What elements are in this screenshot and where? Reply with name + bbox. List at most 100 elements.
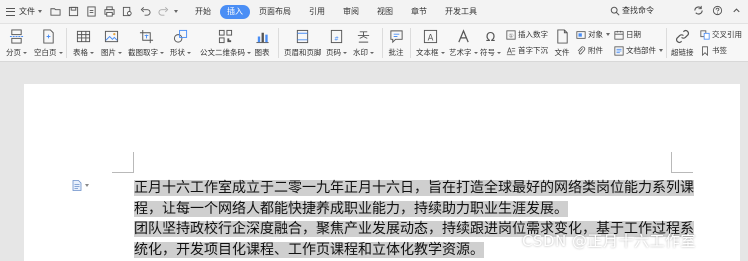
chevron-down-icon bbox=[343, 52, 347, 54]
chevron-down-icon bbox=[187, 52, 191, 54]
open-folder-icon[interactable] bbox=[49, 6, 61, 18]
picture-button[interactable]: 图片 bbox=[101, 28, 122, 58]
hyperlink-label: 超链接 bbox=[671, 48, 694, 57]
textbox-button[interactable]: A 文本框 bbox=[416, 28, 445, 58]
date-button[interactable]: 日期 bbox=[614, 29, 641, 40]
object-button[interactable]: 对象 bbox=[576, 29, 610, 40]
insert-ribbon: 分页 空白页 表格 图片 截图取字 形状 公文二维条码 图表 页眉和页脚 # 页… bbox=[0, 24, 748, 62]
qr-code-button[interactable]: 公文二维条码 bbox=[200, 28, 251, 58]
drop-cap-button[interactable]: A 首字下沉 bbox=[506, 45, 548, 56]
search-icon bbox=[610, 6, 620, 16]
title-tab-bar: 文件 开始 插入 页面布局 引用 审阅 视图 章节 开发工具 查找命令 bbox=[0, 0, 748, 24]
page-number-icon: # bbox=[329, 28, 345, 44]
bookmark-label: 书签 bbox=[712, 46, 727, 55]
page-break-button[interactable]: 分页 bbox=[6, 28, 27, 58]
watermark-icon bbox=[356, 28, 372, 44]
watermark-button[interactable]: 水印 bbox=[353, 28, 374, 58]
file-insert-label: 文件 bbox=[554, 48, 570, 57]
chevron-down-icon bbox=[160, 52, 164, 54]
object-label: 对象 bbox=[588, 30, 603, 39]
link-icon bbox=[674, 28, 690, 44]
calendar-icon bbox=[614, 30, 624, 40]
file-menu-button[interactable]: 文件 bbox=[0, 0, 46, 24]
attachment-button[interactable]: 附件 bbox=[576, 45, 603, 56]
chevron-down-icon bbox=[440, 52, 445, 54]
table-button[interactable]: 表格 bbox=[73, 28, 94, 58]
chevron-down-icon bbox=[606, 33, 610, 36]
tab-page-layout[interactable]: 页面布局 bbox=[250, 5, 300, 19]
comment-label: 批注 bbox=[388, 48, 404, 57]
omega-icon: Ω bbox=[483, 28, 499, 44]
quick-access-more-icon[interactable] bbox=[174, 10, 178, 13]
margin-corner-marker bbox=[671, 172, 693, 173]
svg-text:A: A bbox=[427, 32, 433, 42]
chevron-down-icon bbox=[118, 52, 122, 54]
drop-cap-icon: A bbox=[506, 46, 516, 55]
comment-button[interactable]: 批注 bbox=[388, 28, 404, 58]
page-number-button[interactable]: # 页码 bbox=[326, 28, 347, 58]
bookmark-icon bbox=[702, 45, 708, 56]
tab-insert[interactable]: 插入 bbox=[220, 4, 250, 19]
paperclip-icon bbox=[577, 45, 586, 54]
chevron-down-icon bbox=[85, 184, 89, 187]
doc-parts-button[interactable]: 文档部件 bbox=[614, 45, 663, 56]
file-insert-button[interactable]: 文件 bbox=[554, 28, 570, 58]
textbox-label: 文本框 bbox=[416, 48, 439, 57]
number-icon: ① bbox=[506, 29, 516, 40]
tab-references[interactable]: 引用 bbox=[300, 5, 334, 19]
tab-sections[interactable]: 章节 bbox=[402, 5, 436, 19]
art-text-button[interactable]: 艺术字 bbox=[449, 28, 478, 58]
hyperlink-button[interactable]: 超链接 bbox=[671, 28, 694, 58]
redo-icon[interactable] bbox=[157, 6, 169, 18]
selected-text-line[interactable]: 正月十六工作室成立于二零一九年正月十六日，旨在打造全球最好的网络类岗位能力系列课 bbox=[134, 180, 694, 196]
screenshot-text-label: 截图取字 bbox=[128, 48, 158, 57]
symbol-button[interactable]: Ω 符号 bbox=[480, 28, 501, 58]
art-text-icon bbox=[455, 28, 471, 44]
object-icon bbox=[576, 30, 586, 39]
insert-number-button[interactable]: ① 插入数字 bbox=[506, 29, 548, 40]
art-text-label: 艺术字 bbox=[449, 48, 472, 57]
page-break-icon bbox=[9, 28, 25, 44]
undo-icon[interactable] bbox=[139, 6, 151, 18]
margin-corner-marker bbox=[112, 172, 134, 173]
drop-cap-label: 首字下沉 bbox=[518, 46, 548, 55]
print-icon[interactable] bbox=[103, 6, 115, 18]
blank-page-button[interactable]: 空白页 bbox=[34, 28, 63, 58]
screenshot-icon bbox=[138, 28, 154, 44]
bookmark-button[interactable]: 书签 bbox=[700, 45, 727, 56]
chevron-down-icon bbox=[247, 52, 251, 54]
ribbon-divider bbox=[410, 28, 411, 58]
page-number-label: 页码 bbox=[326, 48, 341, 57]
export-pdf-icon[interactable] bbox=[85, 6, 97, 18]
document-icon bbox=[72, 180, 82, 191]
tab-home[interactable]: 开始 bbox=[186, 5, 220, 19]
tab-view[interactable]: 视图 bbox=[368, 5, 402, 19]
selected-text-line[interactable]: 统化，开发项目化课程、工作页课程和立体化教学资源。 bbox=[134, 241, 484, 258]
print-preview-icon[interactable] bbox=[121, 6, 133, 18]
sync-icon[interactable] bbox=[693, 5, 704, 16]
file-menu-label: 文件 bbox=[19, 7, 35, 16]
tab-developer[interactable]: 开发工具 bbox=[436, 5, 486, 19]
screenshot-text-button[interactable]: 截图取字 bbox=[128, 28, 164, 58]
cross-reference-icon bbox=[700, 29, 710, 40]
chevron-down-icon bbox=[23, 52, 27, 54]
tab-review[interactable]: 审阅 bbox=[334, 5, 368, 19]
comment-icon bbox=[388, 28, 404, 44]
selected-text-line[interactable]: 程，让每一个网络人都能快捷养成职业能力，持续助力职业生涯发展。 bbox=[134, 200, 568, 217]
command-search[interactable]: 查找命令 bbox=[610, 5, 654, 16]
help-icon[interactable] bbox=[712, 5, 723, 16]
chevron-down-icon bbox=[90, 52, 94, 54]
ribbon-divider bbox=[666, 28, 667, 58]
svg-text:Ω: Ω bbox=[486, 30, 495, 44]
shapes-button[interactable]: 形状 bbox=[170, 28, 191, 58]
table-label: 表格 bbox=[73, 48, 88, 57]
blank-page-icon bbox=[40, 28, 56, 44]
collapse-ribbon-icon[interactable] bbox=[731, 5, 742, 16]
header-footer-button[interactable]: 页眉和页脚 bbox=[284, 28, 322, 58]
date-label: 日期 bbox=[626, 30, 641, 39]
save-icon[interactable] bbox=[67, 6, 79, 18]
chart-button[interactable]: 图表 bbox=[254, 28, 270, 58]
header-footer-label: 页眉和页脚 bbox=[284, 48, 322, 57]
cross-reference-button[interactable]: 交叉引用 bbox=[700, 29, 742, 40]
paragraph-handle[interactable] bbox=[72, 180, 89, 191]
